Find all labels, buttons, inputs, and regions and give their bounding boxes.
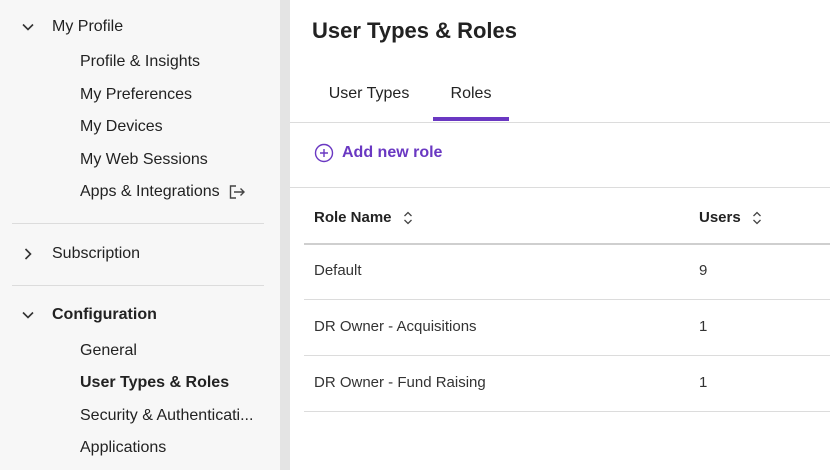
column-header-role-name[interactable]: Role Name — [314, 209, 414, 226]
section-label: Subscription — [52, 245, 141, 262]
main-content: User Types & Roles User Types Roles Add … — [290, 0, 830, 470]
tab-roles[interactable]: Roles — [433, 70, 509, 121]
sort-icon — [403, 211, 412, 224]
page-title: User Types & Roles — [312, 18, 518, 43]
section-label: Configuration — [52, 306, 157, 323]
sidebar-item-profile-insights[interactable]: Profile & Insights — [80, 50, 200, 74]
plus-circle-icon — [314, 143, 334, 163]
divider — [12, 285, 264, 286]
table-row[interactable]: DR Owner - Acquisitions 1 — [304, 300, 830, 356]
role-name-cell: DR Owner - Fund Raising — [314, 374, 486, 391]
chevron-down-icon — [22, 311, 34, 319]
sidebar-item-applications[interactable]: Applications — [80, 436, 166, 460]
users-count-cell: 9 — [699, 262, 708, 279]
sidebar-item-apps-integrations[interactable]: Apps & Integrations — [80, 180, 246, 204]
role-name-cell: Default — [314, 262, 362, 279]
sidebar-scrollbar[interactable] — [280, 0, 290, 470]
users-count-cell: 1 — [699, 318, 708, 335]
column-header-label: Users — [699, 209, 741, 226]
divider — [290, 187, 830, 188]
add-new-role-label: Add new role — [342, 144, 443, 161]
table-row[interactable]: DR Owner - Fund Raising 1 — [304, 356, 830, 412]
role-name-cell: DR Owner - Acquisitions — [314, 318, 477, 335]
sidebar-item-user-types-roles[interactable]: User Types & Roles — [80, 371, 229, 395]
sidebar: My Profile Profile & Insights My Prefere… — [0, 0, 280, 470]
sidebar-item-my-preferences[interactable]: My Preferences — [80, 83, 192, 107]
sidebar-item-label: Apps & Integrations — [80, 183, 220, 200]
tab-bar: User Types Roles — [290, 70, 830, 123]
section-subscription[interactable]: Subscription — [0, 239, 280, 269]
sidebar-item-general[interactable]: General — [80, 339, 137, 363]
external-link-icon — [229, 185, 245, 199]
section-label: My Profile — [52, 18, 124, 35]
tab-user-types[interactable]: User Types — [312, 70, 426, 120]
section-my-profile[interactable]: My Profile — [0, 12, 280, 42]
sidebar-item-my-devices[interactable]: My Devices — [80, 115, 163, 139]
sidebar-item-security-authentication[interactable]: Security & Authenticati... — [80, 404, 253, 428]
column-header-users[interactable]: Users — [699, 209, 763, 226]
chevron-right-icon — [24, 248, 32, 260]
add-new-role-button[interactable]: Add new role — [314, 143, 442, 163]
sidebar-item-my-web-sessions[interactable]: My Web Sessions — [80, 148, 208, 172]
divider — [12, 223, 264, 224]
section-configuration[interactable]: Configuration — [0, 300, 280, 330]
chevron-down-icon — [22, 23, 34, 31]
column-header-label: Role Name — [314, 209, 392, 226]
table-header: Role Name Users — [304, 193, 830, 245]
users-count-cell: 1 — [699, 374, 708, 391]
table-row[interactable]: Default 9 — [304, 244, 830, 300]
sort-icon — [752, 211, 761, 224]
